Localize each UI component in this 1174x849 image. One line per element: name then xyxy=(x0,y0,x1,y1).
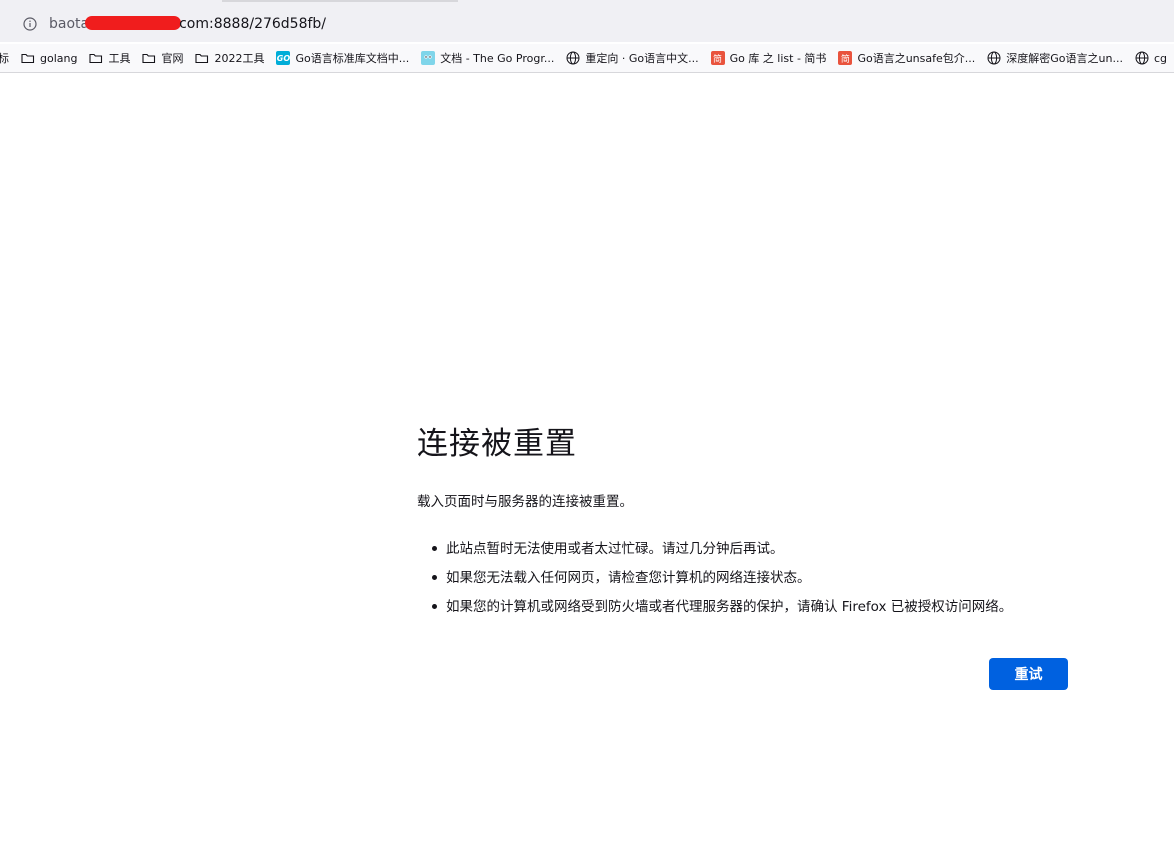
bookmark-label: 工具 xyxy=(108,52,131,65)
bookmark-label: cg xyxy=(1153,51,1167,65)
folder-icon xyxy=(142,51,156,65)
tab-edge xyxy=(222,0,458,2)
error-description: 载入页面时与服务器的连接被重置。 xyxy=(417,494,633,510)
retry-button[interactable]: 重试 xyxy=(989,658,1068,690)
bookmark-label: 官网 xyxy=(161,52,184,65)
bookmark-item[interactable]: 标 xyxy=(0,50,9,66)
url-text[interactable]: baota com:8888/276d58fb/ xyxy=(49,16,326,32)
bullet xyxy=(432,546,437,551)
error-page: 连接被重置 载入页面时与服务器的连接被重置。 此站点暂时无法使用或者太过忙碌。请… xyxy=(417,418,1117,690)
bookmark-label: Go语言之unsafe包介... xyxy=(857,52,976,65)
bookmark-go-stdlib-docs[interactable]: GO Go语言标准库文档中... xyxy=(276,50,409,66)
folder-icon xyxy=(21,51,35,65)
url-suffix: com:8888/276d58fb/ xyxy=(179,16,327,32)
bookmarks-toolbar: 标 golang 工具 官网 2022工具 GO Go语言标准库文档中... 文… xyxy=(0,44,1174,73)
folder-icon xyxy=(195,51,209,65)
jianshu-icon: 简 xyxy=(838,51,853,65)
list-item: 此站点暂时无法使用或者太过忙碌。请过几分钟后再试。 xyxy=(417,539,1012,568)
globe-icon xyxy=(987,51,1001,65)
bookmark-redirect-go-cn[interactable]: 重定向 · Go语言中文... xyxy=(566,50,699,66)
navigation-bar: baota com:8888/276d58fb/ xyxy=(0,6,1174,42)
bookmark-label: 深度解密Go语言之un... xyxy=(1006,52,1123,65)
bookmark-folder-official[interactable]: 官网 xyxy=(142,50,183,66)
reason-text: 如果您的计算机或网络受到防火墙或者代理服务器的保护，请确认 Firefox 已被… xyxy=(446,599,1013,615)
gopher-icon xyxy=(421,51,436,65)
bookmark-go-list-jianshu[interactable]: 简 Go 库 之 list - 简书 xyxy=(710,50,827,66)
bookmark-label: Go语言标准库文档中... xyxy=(295,52,410,65)
bookmark-label: golang xyxy=(40,51,78,65)
bookmark-label: 文档 - The Go Progr... xyxy=(440,52,555,65)
list-item: 如果您的计算机或网络受到防火墙或者代理服务器的保护，请确认 Firefox 已被… xyxy=(417,597,1012,626)
go-icon: GO xyxy=(276,51,291,65)
bookmark-cg[interactable]: cg xyxy=(1135,51,1167,65)
bookmark-go-unsafe-deep[interactable]: 深度解密Go语言之un... xyxy=(987,50,1123,66)
redacted-mark xyxy=(85,16,182,30)
folder-icon xyxy=(89,51,103,65)
info-icon[interactable] xyxy=(23,17,37,31)
bookmark-go-docs[interactable]: 文档 - The Go Progr... xyxy=(421,50,554,66)
bookmark-go-unsafe-intro[interactable]: 简 Go语言之unsafe包介... xyxy=(838,50,975,66)
reason-text: 如果您无法载入任何网页，请检查您计算机的网络连接状态。 xyxy=(446,570,811,586)
jianshu-icon: 简 xyxy=(710,51,725,65)
bookmark-folder-golang[interactable]: golang xyxy=(21,51,77,65)
error-reasons-list: 此站点暂时无法使用或者太过忙碌。请过几分钟后再试。 如果您无法载入任何网页，请检… xyxy=(417,539,1012,626)
bookmark-label: Go 库 之 list - 简书 xyxy=(729,52,827,65)
bookmark-folder-2022-tools[interactable]: 2022工具 xyxy=(195,50,264,66)
url-prefix: baota xyxy=(49,16,90,32)
bullet xyxy=(432,604,437,609)
bookmark-label: 重定向 · Go语言中文... xyxy=(585,52,699,65)
error-title: 连接被重置 xyxy=(417,426,577,462)
list-item: 如果您无法载入任何网页，请检查您计算机的网络连接状态。 xyxy=(417,568,1012,597)
url-bar[interactable]: baota com:8888/276d58fb/ xyxy=(14,9,1174,39)
globe-icon xyxy=(566,51,580,65)
bookmark-label: 2022工具 xyxy=(214,52,265,65)
globe-icon xyxy=(1135,51,1149,65)
bookmark-label: 标 xyxy=(0,50,9,66)
reason-text: 此站点暂时无法使用或者太过忙碌。请过几分钟后再试。 xyxy=(446,541,784,557)
bookmark-folder-tools[interactable]: 工具 xyxy=(89,50,130,66)
bullet xyxy=(432,575,437,580)
